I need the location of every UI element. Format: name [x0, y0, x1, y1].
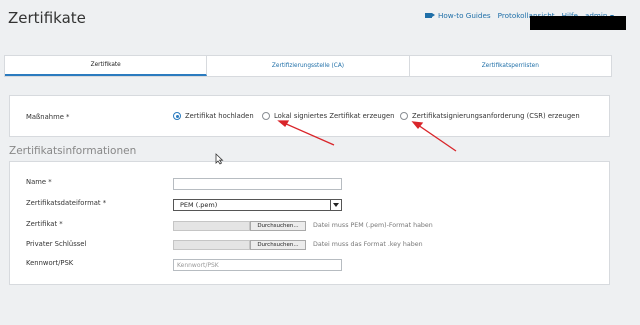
radio-label: Zertifikatsignierungsanforderung (CSR) e… [412, 112, 580, 120]
radio-indicator [400, 112, 408, 120]
tab-zertifikate[interactable]: Zertifikate [5, 56, 208, 76]
schluessel-hint: Datei muss das Format .key haben [313, 241, 423, 248]
mouse-pointer-icon [215, 153, 224, 165]
howto-guides-link[interactable]: How-to Guides [438, 11, 491, 20]
section-title: Zertifikatsinformationen [9, 145, 137, 157]
zertifikat-hint: Datei muss PEM (.pem)-Format haben [313, 222, 433, 229]
video-camera-icon [425, 13, 435, 18]
radio-indicator [173, 112, 181, 120]
massnahme-panel: Maßnahme * Zertifikat hochladen Lokal si… [9, 95, 610, 137]
psk-input[interactable]: Kennwort/PSK [173, 259, 342, 271]
zertifikatsinformationen-panel: Name * Zertifikatsdateiformat * PEM (.pe… [9, 161, 610, 285]
format-value: PEM (.pem) [180, 201, 218, 209]
tab-zertifizierungsstelle[interactable]: Zertifizierungsstelle (CA) [207, 56, 410, 76]
name-label: Name * [26, 178, 52, 186]
name-input[interactable] [173, 178, 342, 190]
radio-csr-erzeugen[interactable]: Zertifikatsignierungsanforderung (CSR) e… [400, 112, 580, 120]
radio-label: Zertifikat hochladen [185, 112, 254, 120]
zertifikat-browse-button[interactable]: Durchsuchen... [250, 221, 306, 231]
zertifikat-file-field[interactable] [173, 221, 250, 231]
radio-lokal-signiert[interactable]: Lokal signiertes Zertifikat erzeugen [262, 112, 394, 120]
chevron-down-icon [330, 200, 341, 210]
schluessel-browse-button[interactable]: Durchsuchen... [250, 240, 306, 250]
schluessel-file-field[interactable] [173, 240, 250, 250]
radio-zertifikat-hochladen[interactable]: Zertifikat hochladen [173, 112, 254, 120]
schluessel-label: Privater Schlüssel [26, 240, 87, 248]
radio-label: Lokal signiertes Zertifikat erzeugen [274, 112, 395, 120]
radio-indicator [262, 112, 270, 120]
format-label: Zertifikatsdateiformat * [26, 199, 107, 207]
tab-zertifikatsperrlisten[interactable]: Zertifikatsperrlisten [410, 56, 611, 76]
redacted-area [530, 16, 626, 30]
zertifikat-label: Zertifikat * [26, 220, 63, 228]
tab-bar: Zertifikate Zertifizierungsstelle (CA) Z… [4, 55, 612, 77]
page-title: Zertifikate [8, 9, 86, 27]
format-select[interactable]: PEM (.pem) [173, 199, 342, 211]
psk-label: Kennwort/PSK [26, 259, 74, 267]
massnahme-label: Maßnahme * [26, 113, 70, 121]
